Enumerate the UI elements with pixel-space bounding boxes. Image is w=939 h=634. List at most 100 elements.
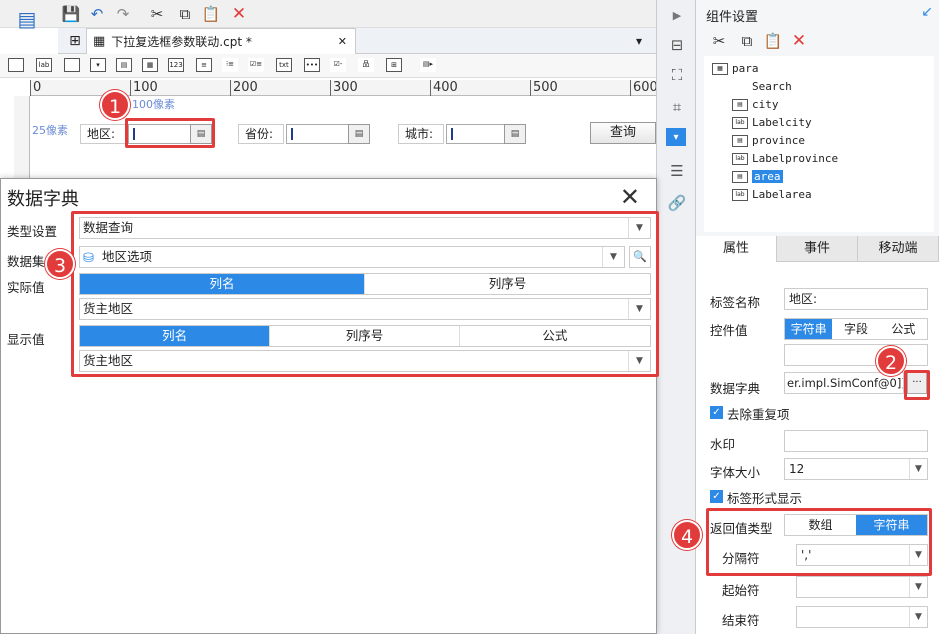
widget-settings-icon[interactable]: ▾ <box>666 128 686 146</box>
highlight-dialog-settings <box>71 211 659 377</box>
ruler-tick: 0 <box>30 80 41 96</box>
tree-item[interactable]: ▤ province <box>732 134 805 147</box>
panel-delete-icon[interactable]: ✕ <box>788 30 810 52</box>
panel-copy-icon[interactable]: ⧉ <box>736 30 758 52</box>
label-name-input[interactable]: 地区: <box>784 288 928 310</box>
close-tab-icon[interactable]: ✕ <box>338 35 347 48</box>
crop-icon[interactable]: ⌗ <box>666 96 688 118</box>
cut-icon[interactable]: ✂ <box>146 3 168 25</box>
tree-item[interactable]: Search <box>732 80 792 93</box>
widget-more-icon[interactable]: ▤▸ <box>420 58 436 72</box>
tree-item[interactable]: ▤ city <box>732 98 779 111</box>
tree-item-label: para <box>732 62 759 75</box>
widget-checkcombo-icon[interactable]: ▤ <box>116 58 132 72</box>
redo-icon[interactable]: ↷ <box>112 3 134 25</box>
widget-password-icon[interactable]: ••• <box>304 58 320 72</box>
callout-3: 3 <box>45 249 75 279</box>
widget-text-icon[interactable]: txt <box>276 58 292 72</box>
paste-icon[interactable]: 📋 <box>200 3 222 25</box>
font-size-select[interactable]: 12 ▼ <box>784 458 928 480</box>
vertical-ruler <box>14 96 30 178</box>
link-icon[interactable]: 🔗 <box>666 192 688 214</box>
label-name-label: 标签名称 <box>710 295 761 310</box>
font-size-value: 12 <box>789 462 805 476</box>
callout-4: 4 <box>672 520 702 550</box>
save-icon[interactable]: 💾 <box>60 3 82 25</box>
widget-label-icon[interactable] <box>8 58 24 72</box>
dialog-title: 数据字典 <box>7 189 79 210</box>
tab-mobile[interactable]: 移动端 <box>858 236 939 262</box>
city-dropdown-icon[interactable]: ▤ <box>504 124 526 144</box>
tree-item-selected[interactable]: ▤ area <box>732 170 783 183</box>
city-input[interactable]: ▤ <box>446 124 526 144</box>
highlight-area-input <box>125 118 215 148</box>
document-tab-title: 下拉复选框参数联动.cpt * <box>111 35 252 49</box>
delete-icon[interactable]: ✕ <box>228 3 250 25</box>
panel-paste-icon[interactable]: 📋 <box>762 30 784 52</box>
tree-item-label: Labelarea <box>752 188 812 201</box>
form-file-icon: ▦ <box>93 34 106 49</box>
param-icon[interactable]: ☰ <box>666 160 688 182</box>
callout-2: 2 <box>876 346 906 376</box>
widget-number-icon[interactable]: 123 <box>168 58 184 72</box>
ruler-tick: 600 <box>630 80 658 96</box>
panel-cut-icon[interactable]: ✂ <box>708 30 730 52</box>
data-dict-label: 数据字典 <box>710 381 761 396</box>
tree-item[interactable]: ▦ para <box>712 62 759 75</box>
watermark-input[interactable] <box>784 430 928 452</box>
province-input[interactable]: ▤ <box>286 124 370 144</box>
widget-button-icon[interactable] <box>64 58 80 72</box>
tree-item[interactable]: lab Labelarea <box>732 188 812 201</box>
document-tab[interactable]: ▦ 下拉复选框参数联动.cpt * ✕ <box>86 28 356 54</box>
tab-menu-icon[interactable]: ▾ <box>628 30 650 52</box>
pin-arrow-icon[interactable]: ↙ <box>921 4 933 20</box>
control-value-formula[interactable]: 公式 <box>880 319 927 339</box>
control-value-segment: 字符串 字段 公式 <box>784 318 928 340</box>
end-char-select[interactable]: ▼ <box>796 606 928 628</box>
tab-properties[interactable]: 属性 <box>696 236 777 262</box>
widget-date-icon[interactable]: ▦ <box>142 58 158 72</box>
report-icon[interactable]: ▤ <box>14 3 40 35</box>
tag-display-checkbox[interactable]: ✓ <box>710 490 723 503</box>
label-icon: lab <box>732 188 748 201</box>
area-label: 地区: <box>80 124 126 144</box>
ruler-tick: 100 <box>130 80 158 96</box>
tree-item[interactable]: lab Labelprovince <box>732 152 838 165</box>
collapse-arrow-icon[interactable]: ▶ <box>666 4 688 26</box>
component-tree: ▦ para Search ▤ city lab Labelcity ▤ provinc… <box>704 56 934 232</box>
panel-title: 组件设置 <box>706 10 759 25</box>
highlight-return-type <box>706 508 932 576</box>
control-value-field[interactable]: 字段 <box>832 319 879 339</box>
tree-item-label: city <box>752 98 779 111</box>
start-char-label: 起始符 <box>722 583 760 598</box>
widget-radio-icon[interactable]: ⁝≡ <box>222 58 238 72</box>
ruler-hint-left: 25像素 <box>32 124 68 137</box>
widget-combo-icon[interactable]: ▾ <box>90 58 106 72</box>
widget-check-icon[interactable]: ☑- <box>330 58 346 72</box>
copy-icon[interactable]: ⧉ <box>174 3 196 25</box>
document-tabbar: ⊞ ▦ 下拉复选框参数联动.cpt * ✕ ▾ <box>58 28 656 54</box>
widget-textarea-icon[interactable]: ≡ <box>196 58 212 72</box>
city-label: 城市: <box>398 124 444 144</box>
tree-item[interactable]: lab Labelcity <box>732 116 812 129</box>
template-icon[interactable]: ⛶ <box>666 64 688 86</box>
start-char-select[interactable]: ▼ <box>796 576 928 598</box>
dedupe-checkbox[interactable]: ✓ <box>710 406 723 419</box>
widget-lab-icon[interactable]: lab <box>36 58 52 72</box>
tab-events[interactable]: 事件 <box>777 236 858 262</box>
control-value-string[interactable]: 字符串 <box>785 319 833 339</box>
widget-checkbox-icon[interactable]: ☑≡ <box>248 58 264 72</box>
property-tabs: 属性 事件 移动端 <box>696 236 939 262</box>
ruler-tick: 200 <box>230 80 258 96</box>
tag-display-label: 标签形式显示 <box>727 491 803 506</box>
province-dropdown-icon[interactable]: ▤ <box>348 124 370 144</box>
layout-icon[interactable]: ⊟ <box>666 34 688 56</box>
widget-tree-icon[interactable]: 品 <box>358 58 374 72</box>
dialog-close-icon[interactable]: ✕ <box>620 183 640 211</box>
undo-icon[interactable]: ↶ <box>86 3 108 25</box>
control-value-input[interactable] <box>784 344 928 366</box>
query-button[interactable]: 查询 <box>590 122 656 144</box>
form-icon: ▦ <box>712 62 728 75</box>
grid-icon[interactable]: ⊞ <box>64 30 86 52</box>
widget-table-icon[interactable]: ⊞ <box>386 58 402 72</box>
